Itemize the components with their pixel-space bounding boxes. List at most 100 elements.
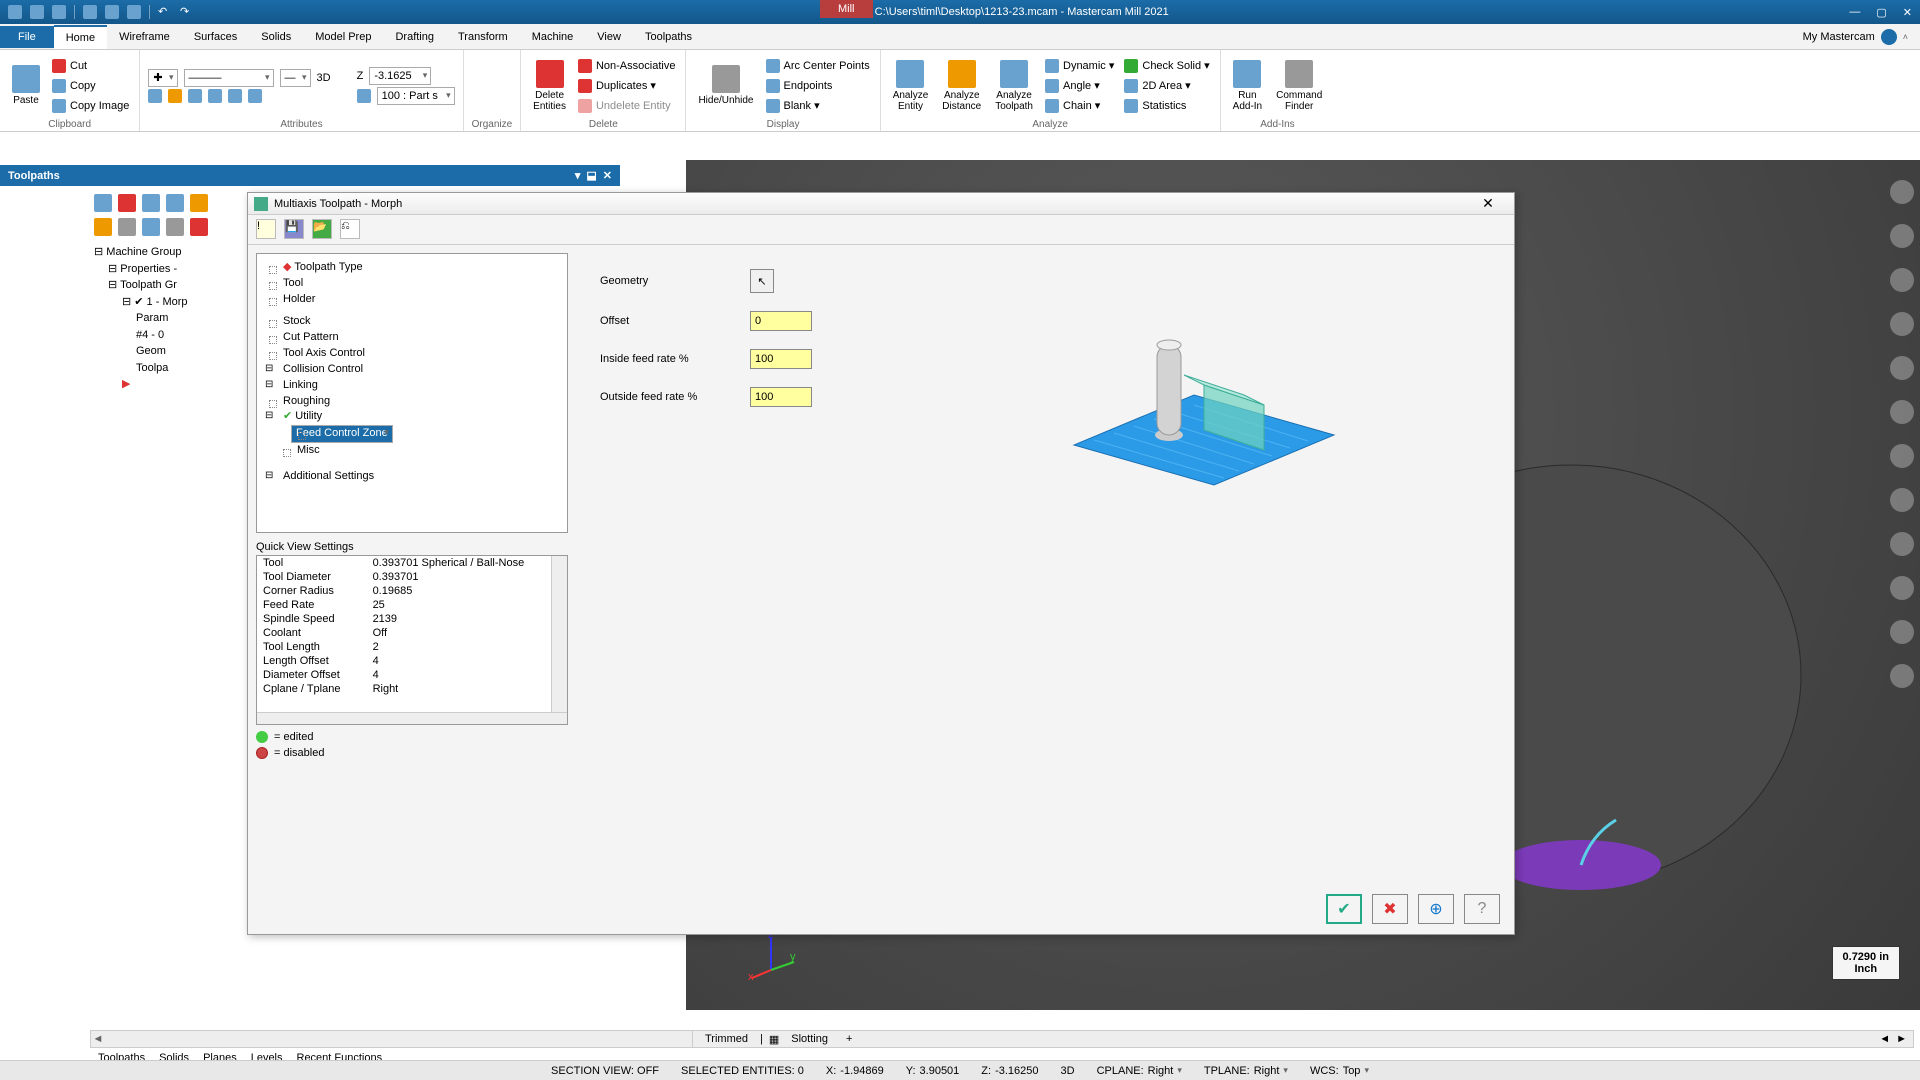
tab-wireframe[interactable]: Wireframe [107, 26, 182, 48]
dlg-tool-default-icon[interactable]: ⎌ [340, 219, 360, 239]
vp-tool-11-icon[interactable] [1890, 620, 1914, 644]
tree-node[interactable]: Param [94, 310, 230, 327]
my-mastercam-link[interactable]: My Mastercam [1803, 31, 1875, 43]
tree-item-collision[interactable]: Collision Control [263, 362, 561, 378]
dlg-tool-open-icon[interactable]: 📂 [312, 219, 332, 239]
attr-icon-1[interactable] [148, 89, 162, 103]
save-icon[interactable] [30, 5, 44, 19]
tree-item-tool[interactable]: Tool [263, 276, 561, 292]
cut-button[interactable]: Cut [50, 57, 131, 75]
2d-area-button[interactable]: 2D Area ▾ [1122, 77, 1211, 95]
tree-node[interactable]: Toolpa [94, 360, 230, 377]
non-associative-button[interactable]: Non-Associative [576, 57, 677, 75]
dialog-category-tree[interactable]: ◆ Toolpath Type Tool Holder Stock Cut Pa… [256, 253, 568, 533]
tab-toolpaths[interactable]: Toolpaths [633, 26, 704, 48]
status-section-view[interactable]: SECTION VIEW: OFF [551, 1065, 659, 1077]
vp-tool-1-icon[interactable] [1890, 180, 1914, 204]
attr-icon-4[interactable] [208, 89, 222, 103]
line-style-select[interactable]: ——— [184, 69, 274, 87]
tp-tool-4-icon[interactable] [166, 194, 184, 212]
vp-tool-5-icon[interactable] [1890, 356, 1914, 380]
user-avatar-icon[interactable] [1881, 29, 1897, 45]
tp-tool-2-icon[interactable] [118, 194, 136, 212]
tab-file[interactable]: File [0, 26, 54, 48]
point-style-select[interactable]: ✚ [148, 69, 177, 87]
vp-tool-7-icon[interactable] [1890, 444, 1914, 468]
tree-item-additional[interactable]: Additional Settings [263, 469, 561, 485]
command-finder-button[interactable]: Command Finder [1272, 56, 1326, 116]
attr-icon-3[interactable] [188, 89, 202, 103]
tree-node[interactable]: ⊟ Properties - [94, 261, 230, 278]
prev-view-icon[interactable]: ◄ [1879, 1033, 1890, 1045]
status-wcs[interactable]: Top [1343, 1065, 1361, 1077]
tree-item-toolpath-type[interactable]: ◆ Toolpath Type [263, 260, 561, 276]
tab-home[interactable]: Home [54, 25, 107, 49]
dlg-tool-1-icon[interactable]: ! [256, 219, 276, 239]
geometry-pick-button[interactable]: ↖ [750, 269, 774, 293]
next-view-icon[interactable]: ► [1896, 1033, 1907, 1045]
offset-input[interactable] [750, 311, 812, 331]
vp-tool-8-icon[interactable] [1890, 488, 1914, 512]
tp-tool-9-icon[interactable] [166, 218, 184, 236]
tree-node[interactable]: ⊟ Machine Group [94, 244, 230, 261]
open-icon[interactable] [52, 5, 66, 19]
tree-play-icon[interactable]: ▶ [94, 376, 230, 393]
tp-tool-1-icon[interactable] [94, 194, 112, 212]
analyze-toolpath-button[interactable]: Analyze Toolpath [991, 56, 1037, 116]
attr-icon-5[interactable] [228, 89, 242, 103]
trimmed-tab[interactable]: Trimmed [699, 1033, 754, 1045]
vp-tool-3-icon[interactable] [1890, 268, 1914, 292]
ribbon-collapse-icon[interactable]: ˄ [1903, 32, 1908, 42]
tree-item-roughing[interactable]: Roughing [263, 394, 561, 410]
tree-item-linking[interactable]: Linking [263, 378, 561, 394]
tp-tool-10-icon[interactable] [190, 218, 208, 236]
tree-item-cut-pattern[interactable]: Cut Pattern [263, 330, 561, 346]
tp-tool-5-icon[interactable] [190, 194, 208, 212]
add-view-tab-button[interactable]: + [840, 1033, 858, 1045]
tp-tool-7-icon[interactable] [118, 218, 136, 236]
tree-item-stock[interactable]: Stock [263, 314, 561, 330]
statistics-button[interactable]: Statistics [1122, 97, 1211, 115]
tp-tool-8-icon[interactable] [142, 218, 160, 236]
run-addin-button[interactable]: Run Add-In [1229, 56, 1266, 116]
undo-history-icon[interactable] [105, 5, 119, 19]
analyze-entity-button[interactable]: Analyze Entity [889, 56, 933, 116]
vp-tool-9-icon[interactable] [1890, 532, 1914, 556]
z-value-select[interactable]: -3.1625 [369, 67, 431, 85]
slotting-tab[interactable]: Slotting [785, 1033, 834, 1045]
tree-item-holder[interactable]: Holder [263, 292, 561, 308]
tree-item-utility[interactable]: ✔ Utility [263, 409, 561, 425]
qvs-scrollbar-v[interactable] [551, 556, 567, 712]
attr-icon-6[interactable] [248, 89, 262, 103]
vp-tool-4-icon[interactable] [1890, 312, 1914, 336]
duplicates-button[interactable]: Duplicates ▾ [576, 77, 677, 95]
angle-button[interactable]: Angle ▾ [1043, 77, 1116, 95]
vp-tool-6-icon[interactable] [1890, 400, 1914, 424]
level-select[interactable]: 100 : Part s [377, 87, 455, 105]
hide-unhide-button[interactable]: Hide/Unhide [694, 61, 757, 110]
minimize-button[interactable]: — [1849, 6, 1860, 19]
tp-tool-3-icon[interactable] [142, 194, 160, 212]
print-icon[interactable] [83, 5, 97, 19]
redo-icon[interactable]: ↷ [180, 5, 194, 19]
vp-tool-2-icon[interactable] [1890, 224, 1914, 248]
vp-tool-12-icon[interactable] [1890, 664, 1914, 688]
undo-icon[interactable]: ↶ [158, 5, 172, 19]
status-mode[interactable]: 3D [1061, 1065, 1075, 1077]
copy-button[interactable]: Copy [50, 77, 131, 95]
inside-feed-input[interactable] [750, 349, 812, 369]
tab-drafting[interactable]: Drafting [383, 26, 446, 48]
toolpaths-tree[interactable]: ⊟ Machine Group ⊟ Properties - ⊟ Toolpat… [90, 240, 234, 397]
tree-node[interactable]: ⊟ ✔ 1 - Morp [94, 294, 230, 311]
line-weight-select[interactable]: — [280, 69, 311, 87]
tab-transform[interactable]: Transform [446, 26, 520, 48]
mode-toggle[interactable]: 3D [317, 72, 331, 84]
tab-view[interactable]: View [585, 26, 633, 48]
tab-model-prep[interactable]: Model Prep [303, 26, 383, 48]
endpoints-button[interactable]: Endpoints [764, 77, 872, 95]
close-button[interactable]: ✕ [1903, 6, 1912, 19]
vp-tool-10-icon[interactable] [1890, 576, 1914, 600]
tree-node[interactable]: Geom [94, 343, 230, 360]
paste-button[interactable]: Paste [8, 61, 44, 110]
apply-button[interactable]: ⊕ [1418, 894, 1454, 924]
